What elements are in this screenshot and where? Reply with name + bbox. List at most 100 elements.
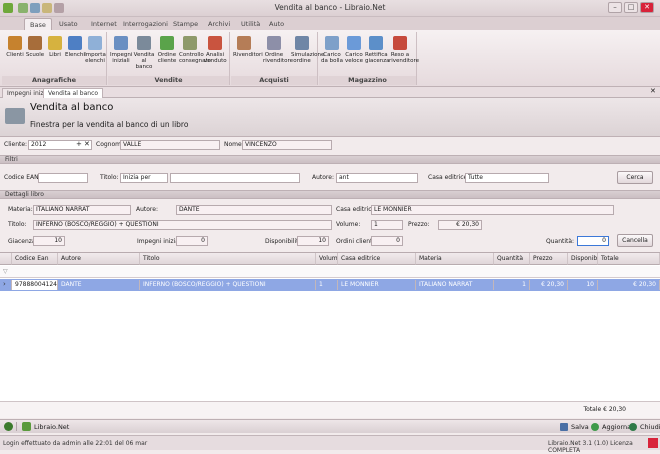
carico-bolla-button[interactable]: Carico da bolla <box>321 36 343 64</box>
scuole-button[interactable]: Scuole <box>24 36 46 58</box>
cognome-field[interactable]: VALLE <box>120 140 220 150</box>
col-prezzo[interactable]: Prezzo <box>530 253 568 265</box>
close-window-button[interactable]: ✕ <box>640 2 654 13</box>
giacenza-field: 10 <box>33 236 65 246</box>
alert-icon <box>648 438 658 448</box>
cell-titolo[interactable]: INFERNO (BOSCO/REGGIO) + QUESTIONI <box>140 280 316 290</box>
quantita-label: Quantità: <box>546 238 575 245</box>
title-bar: Vendita al banco - Libraio.Net – □ ✕ <box>0 0 660 17</box>
cell-totale[interactable]: € 20,30 <box>598 280 660 290</box>
salva-button[interactable]: Salva <box>560 422 590 432</box>
libri-button[interactable]: Libri <box>44 36 66 58</box>
col-casa-editrice[interactable]: Casa editrice <box>338 253 416 265</box>
ean-input[interactable] <box>38 173 88 183</box>
col-autore[interactable]: Autore <box>58 253 140 265</box>
tab-internet[interactable]: Internet <box>86 18 122 30</box>
page-subtitle: Finestra per la vendita al banco di un l… <box>30 120 189 129</box>
titolo-mode-select[interactable]: Inizia per <box>120 173 168 183</box>
document-icon <box>114 36 128 50</box>
order-icon <box>267 36 281 50</box>
tab-archivi[interactable]: Archivi <box>203 18 235 30</box>
cell-codice-ean[interactable]: 9788800412421 <box>12 280 58 290</box>
titolo-input[interactable] <box>170 173 300 183</box>
filter-row[interactable]: ▽ <box>0 266 660 278</box>
power-icon <box>4 422 13 431</box>
col-quantita[interactable]: Quantità <box>494 253 530 265</box>
aggiorna-button[interactable]: Aggiorna <box>591 422 631 432</box>
chiudi-button[interactable]: Chiudi <box>629 422 660 432</box>
col-materia[interactable]: Materia <box>416 253 494 265</box>
col-volume[interactable]: Volume <box>316 253 338 265</box>
group-label: Anagrafiche <box>2 76 106 85</box>
ordine-cliente-button[interactable]: Ordine cliente <box>156 36 178 64</box>
importa-elenchi-button[interactable]: Importa elenchi <box>84 36 106 64</box>
grid-footer: Totale € 20,30 <box>0 401 660 418</box>
col-codice-ean[interactable]: Codice Ean <box>12 253 58 265</box>
dettagli-section: Dettagli libro <box>0 190 660 199</box>
col-disponibilita[interactable]: Disponib... <box>568 253 598 265</box>
volume-label: Volume: <box>336 221 361 228</box>
col-totale[interactable]: Totale <box>598 253 660 265</box>
minimize-button[interactable]: – <box>608 2 622 13</box>
carico-veloce-button[interactable]: Carico veloce <box>343 36 365 64</box>
tab-interrogazioni[interactable]: Interrogazioni <box>118 18 173 30</box>
col-titolo[interactable]: Titolo <box>140 253 316 265</box>
doctab-vendita-banco[interactable]: Vendita al banco <box>43 88 104 98</box>
list-icon <box>68 36 82 50</box>
status-bar: Login effettuato da admin alle 22:01 del… <box>0 435 660 454</box>
autore-filter-input[interactable]: ant <box>336 173 418 183</box>
cliente-input[interactable]: 2012 <box>28 140 92 150</box>
delivery-icon <box>325 36 339 50</box>
prezzo-field: € 20,30 <box>438 220 482 230</box>
close-tab-icon[interactable]: ✕ <box>650 87 656 95</box>
ribbon-tabs: Base Usato Internet Interrogazioni Stamp… <box>0 17 660 30</box>
person-icon <box>237 36 251 50</box>
version-license: Libraio.Net 3.1 (1.0) Licenza COMPLETA <box>548 440 633 454</box>
clear-icon[interactable]: ✕ <box>84 140 90 148</box>
nome-field[interactable]: VINCENZO <box>242 140 332 150</box>
ordine-rivenditore-button[interactable]: Ordine rivenditore <box>263 36 293 64</box>
clienti-button[interactable]: Clienti <box>4 36 26 58</box>
group-acquisti: Rivenditori Ordine rivenditore Simulazio… <box>231 32 324 85</box>
tab-auto[interactable]: Auto <box>264 18 289 30</box>
fast-load-icon <box>347 36 361 50</box>
impegni-field: 0 <box>176 236 208 246</box>
maximize-button[interactable]: □ <box>624 2 638 13</box>
simulazione-ordine-button[interactable]: Simulazione ordine <box>291 36 324 64</box>
elenchi-button[interactable]: Elenchi <box>64 36 86 58</box>
cerca-button[interactable]: Cerca <box>617 171 653 184</box>
cell-quantita[interactable]: 1 <box>494 280 530 290</box>
cell-disponibilita[interactable]: 10 <box>568 280 598 290</box>
cancella-button[interactable]: Cancella <box>617 234 653 247</box>
form-header: Vendita al banco Finestra per la vendita… <box>0 98 660 137</box>
tab-stampe[interactable]: Stampe <box>168 18 203 30</box>
cell-materia[interactable]: ITALIANO NARRAT <box>416 280 494 290</box>
casa-editrice-select[interactable]: Tutte <box>465 173 549 183</box>
cell-autore[interactable]: DANTE <box>58 280 140 290</box>
impegni-iniziali-button[interactable]: Impegni iniziali <box>110 36 132 64</box>
cell-prezzo[interactable]: € 20,30 <box>530 280 568 290</box>
page-title: Vendita al banco <box>30 102 114 113</box>
school-icon <box>28 36 42 50</box>
prezzo-label: Prezzo: <box>408 221 430 228</box>
document-tabs: Impegni iniziali Vendita al banco ✕ <box>0 87 660 98</box>
floppy-icon <box>560 423 568 431</box>
cell-volume[interactable]: 1 <box>316 280 338 290</box>
reso-rivenditore-button[interactable]: Reso a rivenditore <box>389 36 419 64</box>
controllo-consegnato-button[interactable]: Controllo consegnato <box>179 36 211 64</box>
cell-casa-editrice[interactable]: LE MONNIER <box>338 280 416 290</box>
ean-label: Codice EAN: <box>4 174 41 181</box>
tab-usato[interactable]: Usato <box>54 18 83 30</box>
tab-base[interactable]: Base <box>24 18 52 30</box>
autore-filter-label: Autore: <box>312 174 334 181</box>
rettifica-giacenza-button[interactable]: Rettifica giacenza <box>365 36 390 64</box>
rivenditori-button[interactable]: Rivenditori <box>233 36 263 58</box>
add-icon[interactable]: + <box>76 140 82 148</box>
tab-utilita[interactable]: Utilità <box>236 18 265 30</box>
group-label: Vendite <box>108 76 229 85</box>
table-row[interactable]: › 9788800412421 DANTE INFERNO (BOSCO/REG… <box>0 279 660 291</box>
vendita-banco-button[interactable]: Vendita al banco <box>133 36 155 70</box>
adjust-icon <box>369 36 383 50</box>
analisi-venduto-button[interactable]: Analisi venduto <box>204 36 227 64</box>
quantita-stepper[interactable]: 0 <box>577 236 609 246</box>
